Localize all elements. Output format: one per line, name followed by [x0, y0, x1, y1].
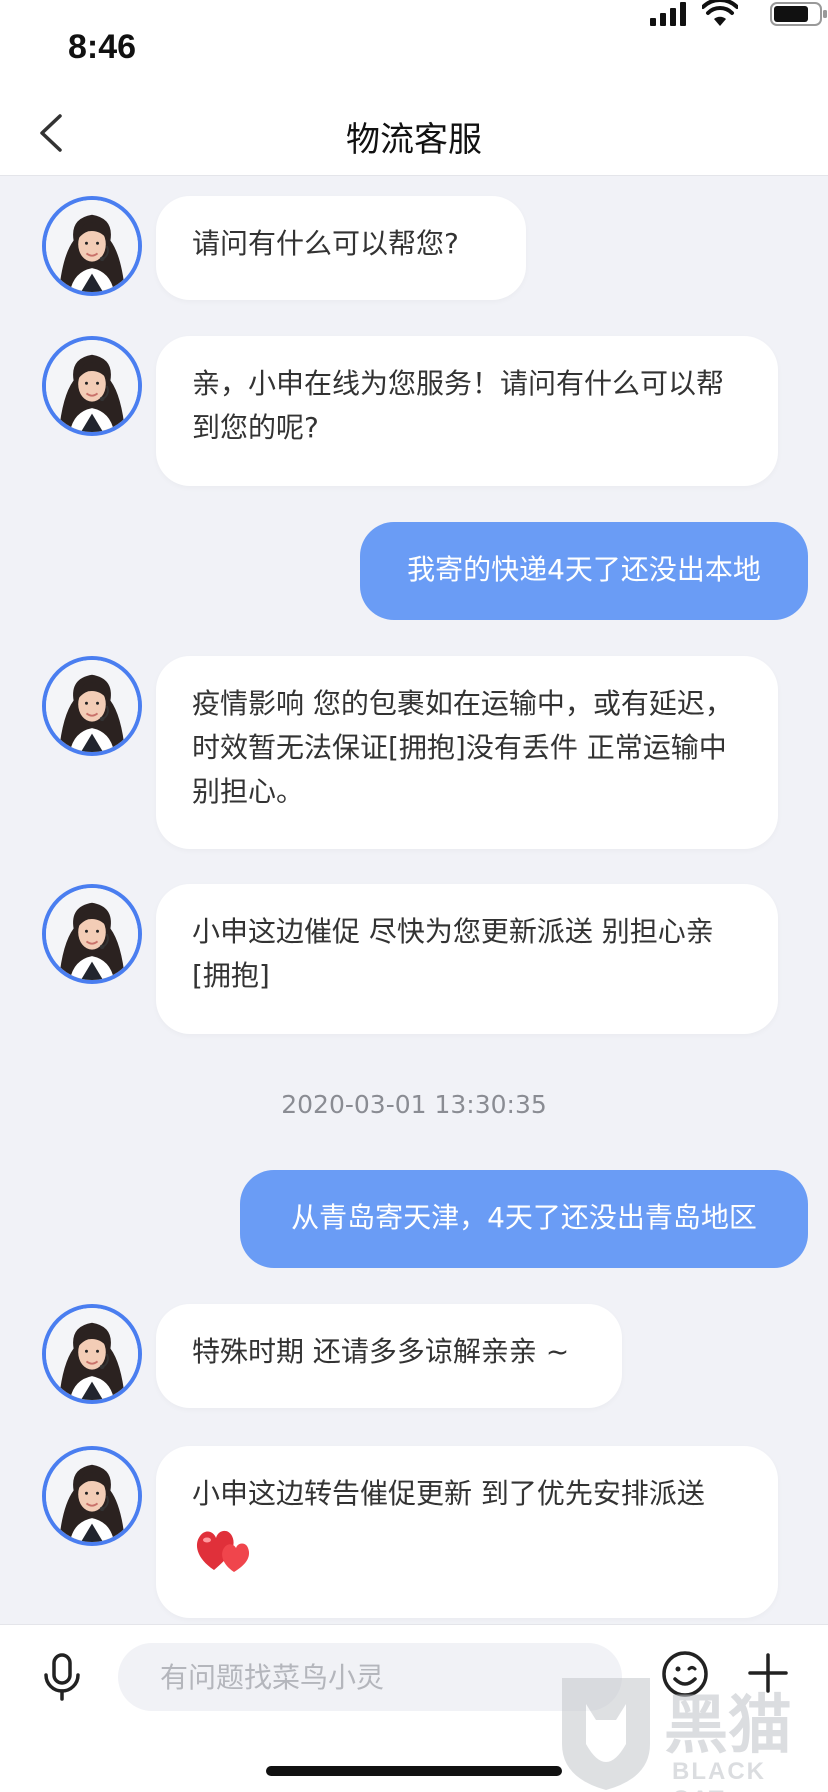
message-bubble-agent: 特殊时期 还请多多谅解亲亲 ~	[156, 1304, 622, 1408]
message-text: 疫情影响 您的包裹如在运输中，或有延迟，时效暂无法保证[拥抱]没有丢件 正常运输…	[192, 687, 733, 808]
message-bubble-user: 我寄的快递4天了还没出本地	[360, 522, 808, 620]
message-text: 请问有什么可以帮您?	[192, 227, 459, 260]
message-bubble-agent: 小申这边转告催促更新 到了优先安排派送	[156, 1446, 778, 1618]
message-text: 我寄的快递4天了还没出本地	[407, 553, 761, 586]
page-title: 物流客服	[346, 120, 482, 160]
message-bubble-user: 从青岛寄天津，4天了还没出青岛地区	[240, 1170, 808, 1268]
message-bubble-agent: 亲，小申在线为您服务！请问有什么可以帮到您的呢?	[156, 336, 778, 486]
heart-emoji-icon	[196, 1530, 250, 1572]
agent-avatar[interactable]	[42, 196, 142, 296]
agent-avatar[interactable]	[42, 884, 142, 984]
nav-bar: 物流客服	[0, 90, 828, 176]
message-text: 亲，小申在线为您服务！请问有什么可以帮到您的呢?	[192, 367, 725, 444]
agent-avatar[interactable]	[42, 336, 142, 436]
battery-icon	[770, 2, 827, 26]
agent-avatar[interactable]	[42, 1304, 142, 1404]
message-input[interactable]	[118, 1643, 622, 1711]
signal-icon	[650, 2, 688, 26]
agent-avatar[interactable]	[42, 1446, 142, 1546]
home-indicator[interactable]	[266, 1766, 562, 1776]
message-text: 小申这边转告催促更新 到了优先安排派送	[192, 1477, 705, 1510]
status-time: 8:46	[68, 28, 137, 66]
status-bar: 8:46	[0, 0, 828, 90]
microphone-icon[interactable]	[40, 1651, 84, 1703]
timestamp: 2020-03-01 13:30:35	[281, 1090, 547, 1119]
message-bubble-agent: 疫情影响 您的包裹如在运输中，或有延迟，时效暂无法保证[拥抱]没有丢件 正常运输…	[156, 656, 778, 849]
agent-avatar[interactable]	[42, 656, 142, 756]
message-bubble-agent: 请问有什么可以帮您?	[156, 196, 526, 300]
message-bubble-agent: 小申这边催促 尽快为您更新派送 别担心亲[拥抱]	[156, 884, 778, 1034]
message-text: 从青岛寄天津，4天了还没出青岛地区	[291, 1201, 757, 1234]
emoji-icon[interactable]	[660, 1649, 710, 1699]
message-text: 特殊时期 还请多多谅解亲亲 ~	[192, 1335, 570, 1368]
message-text: 小申这边催促 尽快为您更新派送 别担心亲[拥抱]	[192, 915, 714, 992]
wifi-icon	[702, 0, 738, 26]
plus-icon[interactable]	[746, 1651, 790, 1695]
